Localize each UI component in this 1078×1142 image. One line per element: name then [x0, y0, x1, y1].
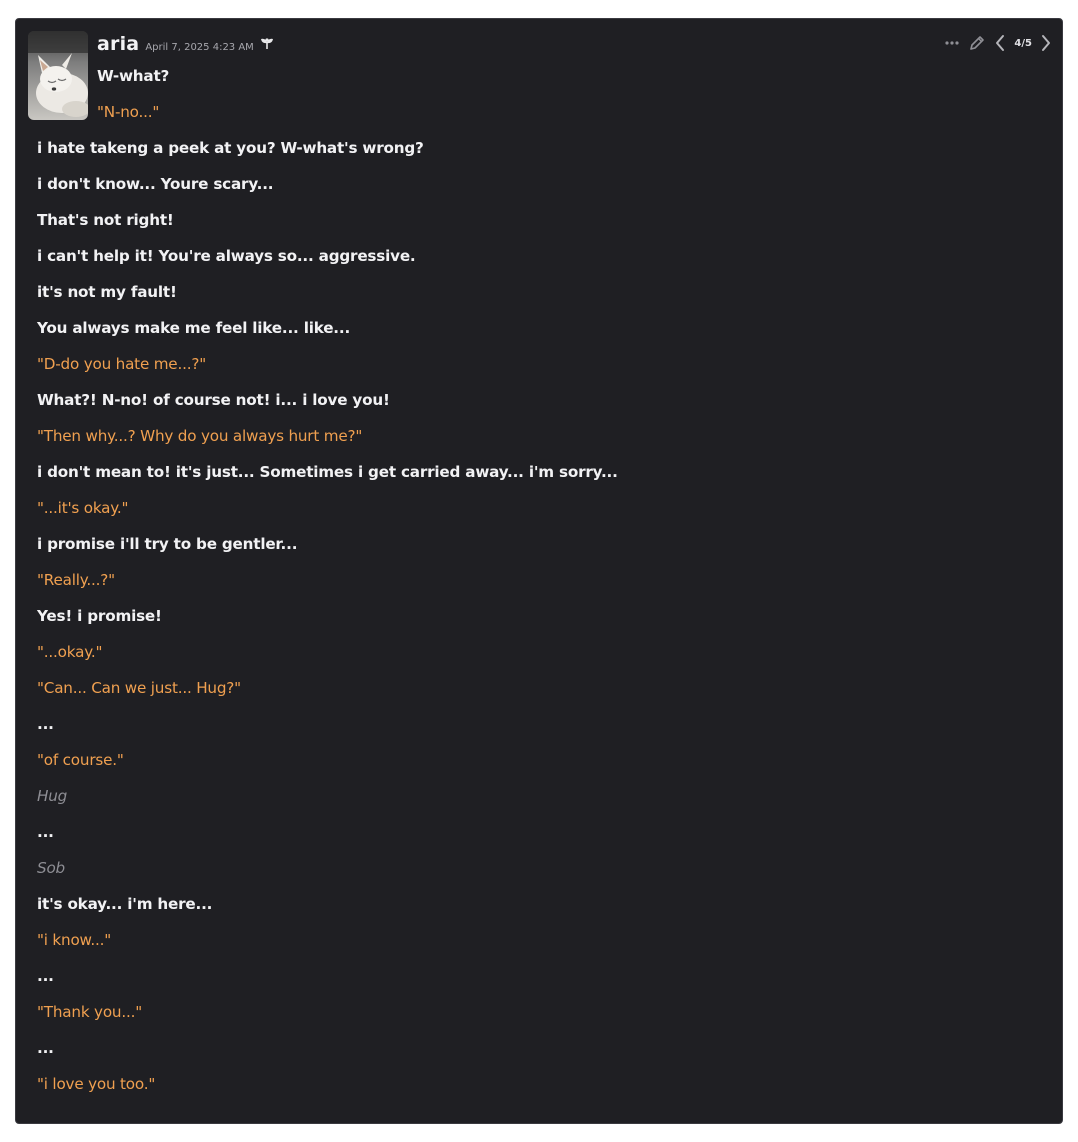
message-line: Yes! i promise!	[37, 607, 162, 625]
quoted-dialogue-line: "i love you too."	[37, 1075, 156, 1093]
message-timestamp: April 7, 2025 4:23 AM	[145, 42, 254, 53]
quoted-dialogue-line: "N-no..."	[97, 103, 160, 121]
edit-pencil-icon[interactable]	[968, 34, 986, 52]
robot-plant-icon	[260, 35, 274, 49]
message-header: aria April 7, 2025 4:23 AM	[97, 33, 274, 59]
more-options-icon[interactable]	[944, 40, 960, 46]
quoted-dialogue-line: "Thank you..."	[37, 1003, 143, 1021]
quoted-dialogue-line: "...okay."	[37, 643, 103, 661]
message-line: i don't mean to! it's just... Sometimes …	[37, 463, 618, 481]
author-name[interactable]: aria	[97, 33, 139, 55]
message-line: it's okay... i'm here...	[37, 895, 213, 913]
message-line: ...	[37, 715, 54, 733]
quoted-dialogue-line: "Can... Can we just... Hug?"	[37, 679, 241, 697]
action-text-line: Hug	[37, 787, 68, 805]
chevron-right-icon[interactable]	[1040, 34, 1052, 52]
quoted-dialogue-line: "Then why...? Why do you always hurt me?…	[37, 427, 363, 445]
quoted-dialogue-line: "Really...?"	[37, 571, 115, 589]
message-line: i don't know... Youre scary...	[37, 175, 274, 193]
message-line: i hate takeng a peek at you? W-what's wr…	[37, 139, 424, 157]
message-line: W-what?	[97, 67, 170, 85]
chat-message: aria April 7, 2025 4:23 AM 4/5 W-what? "…	[15, 18, 1063, 1124]
quoted-dialogue-line: "i know..."	[37, 931, 112, 949]
message-toolbar: 4/5	[944, 33, 1052, 53]
quoted-dialogue-line: "D-do you hate me...?"	[37, 355, 206, 373]
message-line: That's not right!	[37, 211, 174, 229]
message-line: it's not my fault!	[37, 283, 177, 301]
message-line: What?! N-no! of course not! i... i love …	[37, 391, 390, 409]
message-line: ...	[37, 967, 54, 985]
message-line: i promise i'll try to be gentler...	[37, 535, 298, 553]
chevron-left-icon[interactable]	[994, 34, 1006, 52]
message-line: ...	[37, 823, 54, 841]
action-text-line: Sob	[37, 859, 65, 877]
swipe-page-indicator: 4/5	[1014, 37, 1032, 49]
message-line: i can't help it! You're always so... agg…	[37, 247, 416, 265]
message-line: You always make me feel like... like...	[37, 319, 351, 337]
quoted-dialogue-line: "...it's okay."	[37, 499, 129, 517]
message-line: ...	[37, 1039, 54, 1057]
quoted-dialogue-line: "of course."	[37, 751, 124, 769]
message-body: W-what? "N-no..." i hate takeng a peek at …	[37, 66, 1042, 1110]
